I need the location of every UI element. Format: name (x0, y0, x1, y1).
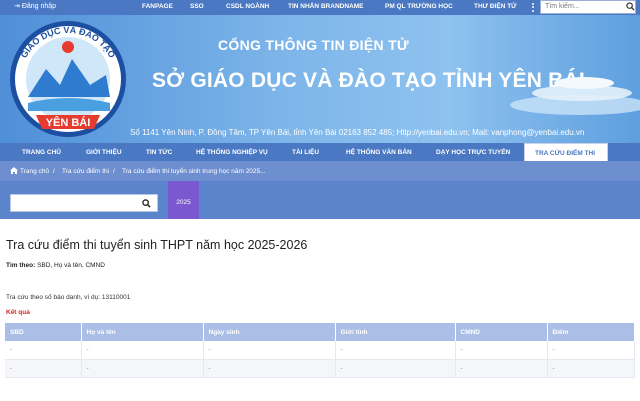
topbar-link-fanpage[interactable]: FANPAGE (142, 3, 173, 10)
table-row: - - - - - - (5, 359, 635, 378)
main-nav: TRANG CHỦ GIỚI THIỆU TIN TỨC HỆ THỐNG NG… (0, 143, 640, 161)
table-header-row: SBD Họ và tên Ngày sinh Giới tính CMND Đ… (5, 323, 635, 341)
table-cell: - (81, 341, 204, 360)
breadcrumb-home[interactable]: Trang chủ (20, 168, 49, 175)
nav-item-documents[interactable]: TÀI LIỆU (292, 143, 319, 161)
breadcrumb-separator: / (53, 168, 55, 175)
search-icon[interactable] (142, 199, 151, 208)
table-cell: - (203, 359, 336, 378)
table-cell: - (203, 341, 336, 360)
topbar-link-brandname[interactable]: TIN NHẮN BRANDNAME (288, 3, 363, 10)
breadcrumb-current: Tra cứu điểm thi tuyển sinh trung học nă… (122, 168, 266, 175)
table-cell: - (547, 359, 635, 378)
home-icon (10, 167, 18, 174)
nav-item-online-learning[interactable]: DẠY HỌC TRỰC TUYẾN (436, 143, 510, 161)
results-table: SBD Họ và tên Ngày sinh Giới tính CMND Đ… (5, 323, 635, 378)
table-cell: - (547, 341, 635, 360)
nav-item-home[interactable]: TRANG CHỦ (22, 143, 61, 161)
search-by-label: Tìm theo: (6, 262, 36, 269)
column-header-score: Điểm (547, 323, 635, 341)
search-placeholder: Tìm kiếm... (545, 3, 580, 10)
column-header-sbd: SBD (5, 323, 82, 341)
table-cell: - (81, 359, 204, 378)
column-header-name: Họ và tên (81, 323, 204, 341)
login-link[interactable]: ⇥ Đăng nhập (14, 2, 56, 10)
login-label: Đăng nhập (21, 3, 57, 10)
lookup-hint: Tra cứu theo số báo danh, ví dụ: 1311000… (6, 294, 131, 301)
year-tab-2025[interactable]: 2025 (168, 181, 199, 219)
table-cell: - (455, 359, 548, 378)
breadcrumb: Trang chủ / Tra cứu điểm thi / Tra cứu đ… (0, 161, 640, 181)
nav-item-exam-lookup[interactable]: TRA CỨU ĐIỂM THI (524, 143, 608, 161)
nav-item-systems[interactable]: HỆ THỐNG NGHIỆP VỤ (196, 143, 268, 161)
banner-decoration (510, 77, 640, 115)
search-by-value: SBD, Họ và tên, CMND (37, 262, 105, 269)
table-cell: - (335, 359, 456, 378)
logo-text-bottom: YÊN BÁI (46, 116, 91, 129)
department-logo: YÊN BÁI GIÁO DỤC VÀ ĐÀO TẠO (10, 21, 126, 137)
table-cell: - (5, 359, 82, 378)
table-cell: - (335, 341, 456, 360)
breadcrumb-separator: / (113, 168, 115, 175)
top-search-input[interactable]: Tìm kiếm... (540, 0, 636, 14)
table-cell: - (5, 341, 82, 360)
table-cell: - (455, 341, 548, 360)
lookup-search-input[interactable] (10, 194, 158, 212)
search-by-info: Tìm theo: SBD, Họ và tên, CMND (6, 262, 105, 269)
nav-item-news[interactable]: TIN TỨC (146, 143, 172, 161)
breadcrumb-exam-lookup[interactable]: Tra cứu điểm thi (62, 168, 109, 175)
results-label: Kết quả (6, 309, 30, 316)
topbar-link-pmql[interactable]: PM QL TRƯỜNG HỌC (385, 3, 453, 10)
nav-item-docsystem[interactable]: HỆ THỐNG VĂN BẢN (346, 143, 412, 161)
lookup-filter-bar: 2025 (0, 181, 640, 219)
column-header-dob: Ngày sinh (203, 323, 336, 341)
nav-item-about[interactable]: GIỚI THIỆU (86, 143, 122, 161)
contact-info: Số 1141 Yên Ninh, P. Đồng Tâm, TP Yên Bá… (130, 128, 585, 137)
more-menu-icon[interactable] (530, 1, 536, 14)
search-icon[interactable] (626, 2, 635, 11)
topbar-link-csdl[interactable]: CSDL NGÀNH (226, 3, 269, 10)
header-banner: YÊN BÁI GIÁO DỤC VÀ ĐÀO TẠO CỔNG THÔNG T… (0, 15, 640, 143)
topbar-link-email[interactable]: THƯ ĐIỆN TỬ (474, 3, 517, 10)
table-row: - - - - - - (5, 341, 635, 360)
topbar-link-sso[interactable]: SSO (190, 3, 204, 10)
top-bar: ⇥ Đăng nhập FANPAGE SSO CSDL NGÀNH TIN N… (0, 0, 640, 15)
page-title: Tra cứu điểm thi tuyển sinh THPT năm học… (6, 238, 308, 252)
column-header-gender: Giới tính (335, 323, 456, 341)
column-header-id: CMND (455, 323, 548, 341)
portal-title: CỔNG THÔNG TIN ĐIỆN TỬ (218, 37, 409, 53)
